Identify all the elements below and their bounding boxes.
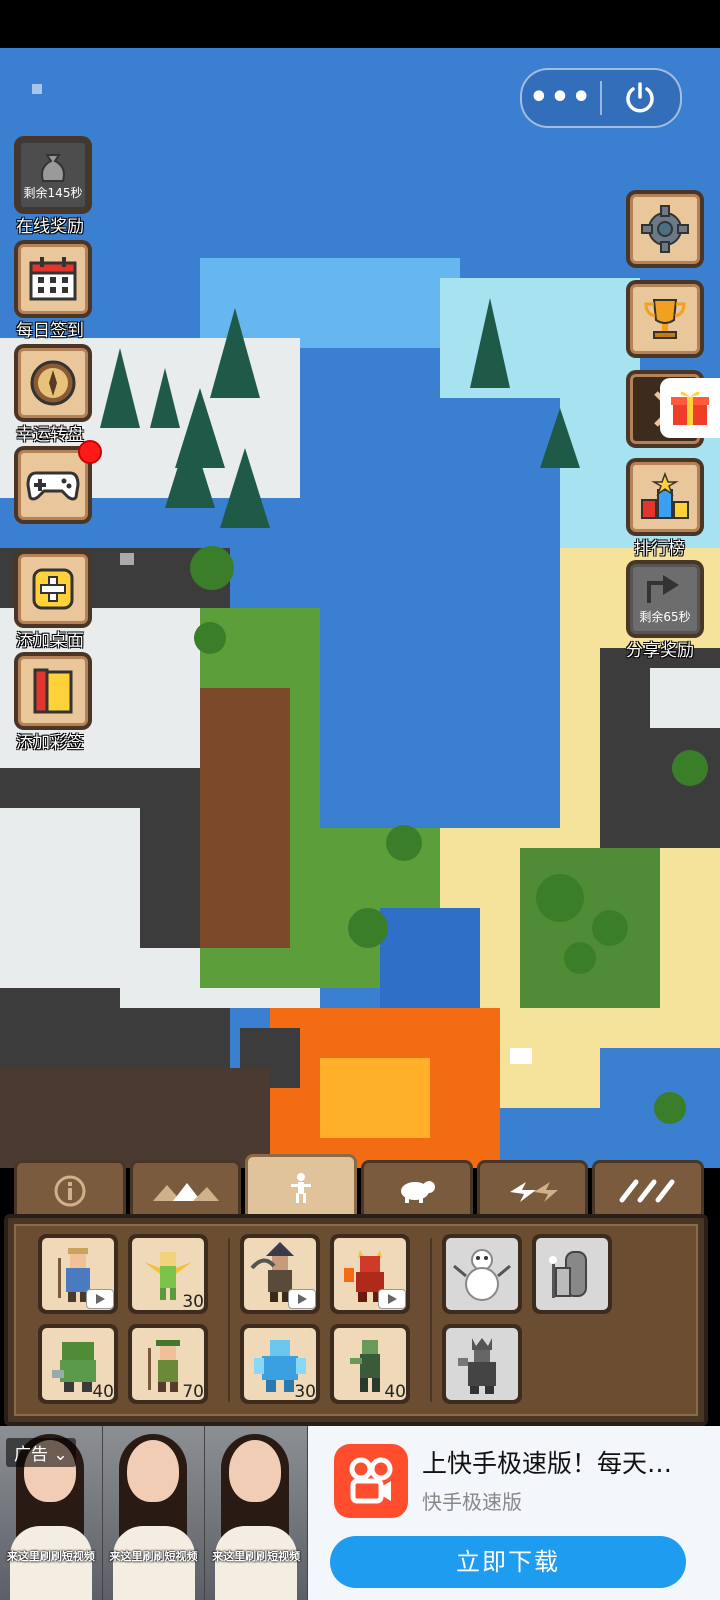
- share-icon: [647, 575, 679, 603]
- add-desktop-button[interactable]: [14, 550, 92, 628]
- tab-info[interactable]: [14, 1160, 126, 1218]
- evil-king-icon: [458, 1338, 496, 1394]
- miniprogram-capsule: •••: [520, 68, 682, 128]
- ad-title: 上快手极速版！每天…: [422, 1449, 673, 1478]
- notification-dot: [78, 440, 102, 464]
- unit-elf[interactable]: 30: [128, 1234, 208, 1314]
- unit-bandit[interactable]: [240, 1234, 320, 1314]
- tombstone-ghost-icon: [549, 1251, 587, 1298]
- power-icon: [626, 82, 654, 113]
- ad-banner[interactable]: 来这里刷刷短视频 来这里刷刷短视频 来这里刷刷短视频 广告 ⌄ 上快手极速版！每…: [0, 1426, 720, 1600]
- unit-panel-inner: 30 40 70 30 40: [14, 1224, 698, 1416]
- unit-panel: 30 40 70 30 40: [4, 1214, 708, 1426]
- ad-subtitle: 快手极速版: [422, 1490, 522, 1514]
- download-button[interactable]: 立即下载: [330, 1536, 686, 1588]
- lucky-wheel-label: 幸运转盘: [16, 425, 84, 445]
- add-bookmark-button[interactable]: [14, 652, 92, 730]
- video-badge: [288, 1289, 316, 1309]
- video-badge: [86, 1289, 114, 1309]
- more-button[interactable]: •••: [522, 70, 600, 126]
- unit-dwarf[interactable]: 40: [38, 1324, 118, 1404]
- bookmark-icon: [33, 668, 73, 714]
- ad-info: 上快手极速版！每天… 快手极速版 立即下载: [308, 1426, 720, 1600]
- gear-icon: [641, 205, 689, 253]
- tab-disasters[interactable]: [476, 1160, 589, 1218]
- plus-icon: [32, 568, 74, 610]
- unit-count: 30: [182, 1292, 204, 1312]
- group-divider: [228, 1238, 230, 1402]
- status-bar: [0, 0, 720, 48]
- online-reward-label: 在线奖励: [16, 217, 84, 237]
- unit-evil-king[interactable]: [442, 1324, 522, 1404]
- tab-terrain[interactable]: [129, 1160, 242, 1218]
- creatures-icon: [291, 1172, 312, 1203]
- corner-marker: [32, 84, 42, 94]
- money-bag-icon: [41, 154, 65, 182]
- world-map[interactable]: [0, 48, 720, 1168]
- ad-tag-label: 广告: [14, 1445, 48, 1465]
- video-badge: [378, 1289, 406, 1309]
- kuaishou-logo-icon: [334, 1444, 408, 1518]
- leaderboard-button[interactable]: [626, 458, 704, 536]
- add-desktop-label: 添加桌面: [16, 631, 84, 651]
- power-tabs: [14, 1154, 705, 1218]
- trophy-button[interactable]: [626, 280, 704, 358]
- close-button[interactable]: [602, 80, 678, 116]
- ad-video-thumbnail[interactable]: 来这里刷刷短视频 来这里刷刷短视频 来这里刷刷短视频 广告 ⌄: [0, 1426, 309, 1600]
- unit-count: 40: [384, 1382, 406, 1402]
- online-reward-timer: 剩余145秒: [23, 186, 83, 200]
- ad-thumb-frame: 来这里刷刷短视频: [205, 1426, 309, 1600]
- group-divider: [430, 1238, 432, 1402]
- disasters-icon: [509, 1181, 558, 1202]
- daily-checkin-button[interactable]: [14, 240, 92, 318]
- share-reward-button[interactable]: 剩余65秒: [626, 560, 704, 638]
- unit-tombstone-ghost[interactable]: [532, 1234, 612, 1314]
- gamepad-icon: [26, 471, 80, 501]
- terrain-icon: [152, 1182, 219, 1201]
- wheel-icon: [30, 360, 76, 406]
- gift-icon: [671, 391, 709, 425]
- unit-ice-golem[interactable]: 30: [240, 1324, 320, 1404]
- online-reward-button[interactable]: 剩余145秒: [14, 136, 92, 214]
- unit-druid[interactable]: 70: [128, 1324, 208, 1404]
- unit-count: 40: [92, 1382, 114, 1402]
- leaderboard-label: 排行榜: [634, 539, 685, 559]
- lucky-wheel-button[interactable]: [14, 344, 92, 422]
- add-bookmark-label: 添加彩签: [16, 733, 84, 753]
- unit-count: 70: [182, 1382, 204, 1402]
- unit-demon[interactable]: [330, 1234, 410, 1314]
- leaderboard-icon: [641, 472, 689, 519]
- ad-tag[interactable]: 广告 ⌄: [6, 1438, 76, 1467]
- ad-thumb-caption: 来这里刷刷短视频: [6, 1550, 95, 1563]
- trophy-icon: [644, 299, 686, 339]
- gift-button[interactable]: [660, 378, 720, 438]
- ad-thumb-caption: 来这里刷刷短视频: [212, 1550, 301, 1563]
- calendar-icon: [29, 257, 77, 301]
- tab-tools[interactable]: [592, 1160, 705, 1218]
- unit-snowman[interactable]: [442, 1234, 522, 1314]
- animals-icon: [400, 1180, 435, 1203]
- ad-thumb-frame: 来这里刷刷短视频: [102, 1426, 206, 1600]
- share-reward-timer: 剩余65秒: [639, 610, 691, 624]
- snowman-icon: [453, 1249, 511, 1301]
- daily-checkin-label: 每日签到: [16, 321, 84, 341]
- unit-count: 30: [294, 1382, 316, 1402]
- tools-icon: [619, 1179, 675, 1202]
- tab-creatures[interactable]: [245, 1154, 358, 1218]
- unit-zombie[interactable]: 40: [330, 1324, 410, 1404]
- chevron-down-icon: ⌄: [53, 1445, 68, 1465]
- tab-animals[interactable]: [361, 1160, 473, 1218]
- settings-button[interactable]: [626, 190, 704, 268]
- unit-farmer[interactable]: [38, 1234, 118, 1314]
- ad-thumb-caption: 来这里刷刷短视频: [109, 1550, 198, 1563]
- info-icon: [54, 1175, 86, 1206]
- share-reward-label: 分享奖励: [626, 641, 694, 661]
